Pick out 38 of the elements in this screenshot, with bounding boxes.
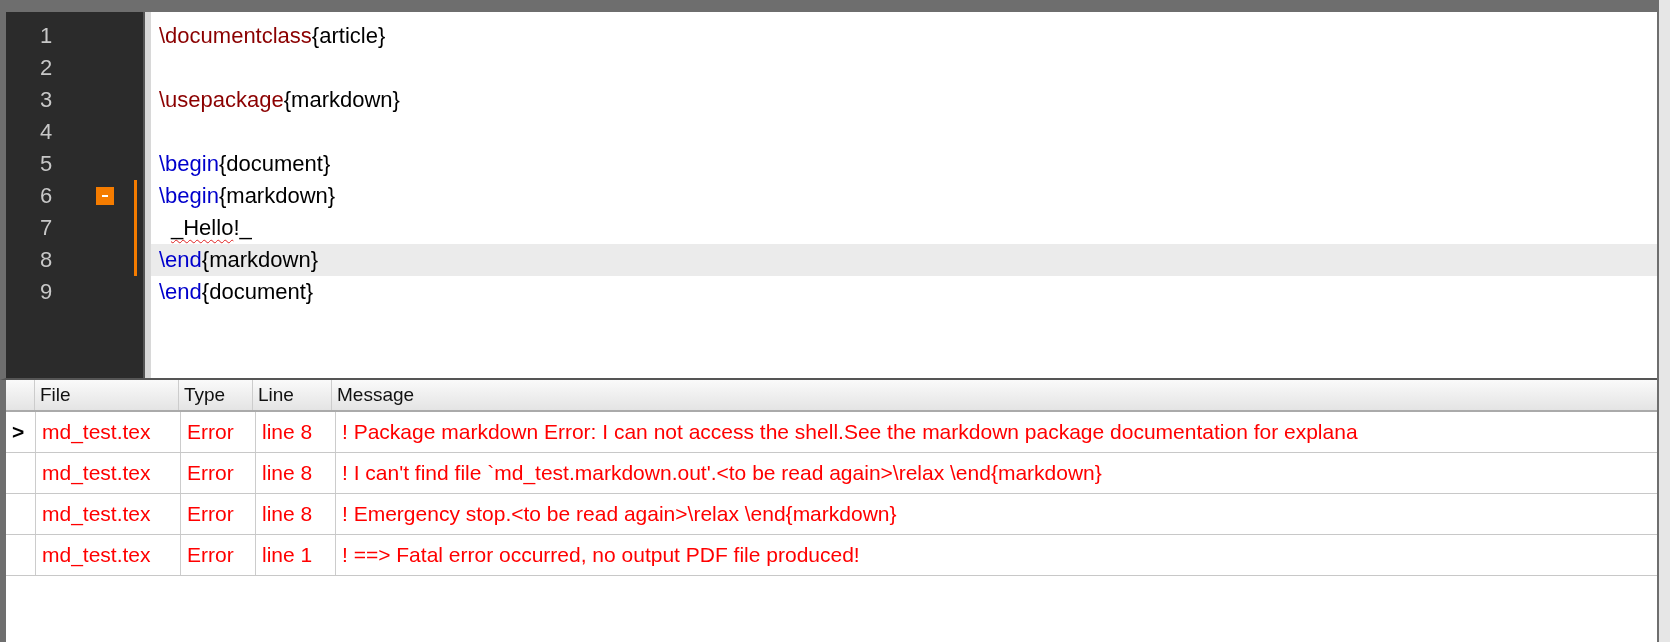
column-header[interactable]: Message (332, 380, 1657, 410)
line-number: 9 (38, 279, 54, 305)
table-cell-text: ! I can't find file `md_test.markdown.out'.<to be read again>\relax \end{markdown} (341, 460, 1103, 487)
table-cell-text: ! ==> Fatal error occurred, no output PDF file produced! (341, 542, 861, 568)
column-header[interactable]: Type (179, 380, 253, 410)
line-number: 2 (38, 55, 54, 81)
table-cell: md_test.tex (36, 494, 181, 534)
table-cell: line 8 (256, 412, 336, 452)
line-number: 7 (38, 215, 54, 241)
code-line: \usepackage{markdown} (159, 87, 400, 113)
column-header[interactable]: Line (253, 380, 332, 410)
code-line: \end{document} (159, 279, 314, 305)
line-number: 8 (38, 247, 54, 273)
code-line: \begin{document} (159, 151, 331, 177)
table-cell-text: ! Package markdown Error: I can not access the shell.See the markdown package documentation for explana (341, 419, 1359, 445)
code-line: _Hello!_ (171, 215, 252, 241)
table-cell: md_test.tex (36, 535, 181, 575)
table-cell: md_test.tex (36, 412, 181, 452)
table-cell-text: ! Emergency stop.<to be read again>\relax \end{markdown} (341, 501, 898, 527)
line-number: 4 (38, 119, 54, 145)
table-cell: md_test.tex (36, 453, 181, 493)
table-cell: Error (181, 453, 256, 493)
table-cell: Error (181, 535, 256, 575)
code-line: \documentclass{article} (159, 23, 386, 49)
line-number: 5 (38, 151, 54, 177)
line-number: 3 (38, 87, 54, 113)
code-line: \begin{markdown} (159, 183, 336, 209)
table-cell: Error (181, 412, 256, 452)
code-line: \end{markdown} (159, 247, 318, 273)
line-number: 1 (38, 23, 54, 49)
column-header[interactable]: File (35, 380, 179, 410)
table-cell: Error (181, 494, 256, 534)
fold-collapse-icon[interactable] (95, 187, 114, 205)
table-cell: line 1 (256, 535, 336, 575)
table-cell: line 8 (256, 494, 336, 534)
line-number: 6 (38, 183, 54, 209)
current-row-marker: > (12, 420, 25, 444)
table-cell: line 8 (256, 453, 336, 493)
